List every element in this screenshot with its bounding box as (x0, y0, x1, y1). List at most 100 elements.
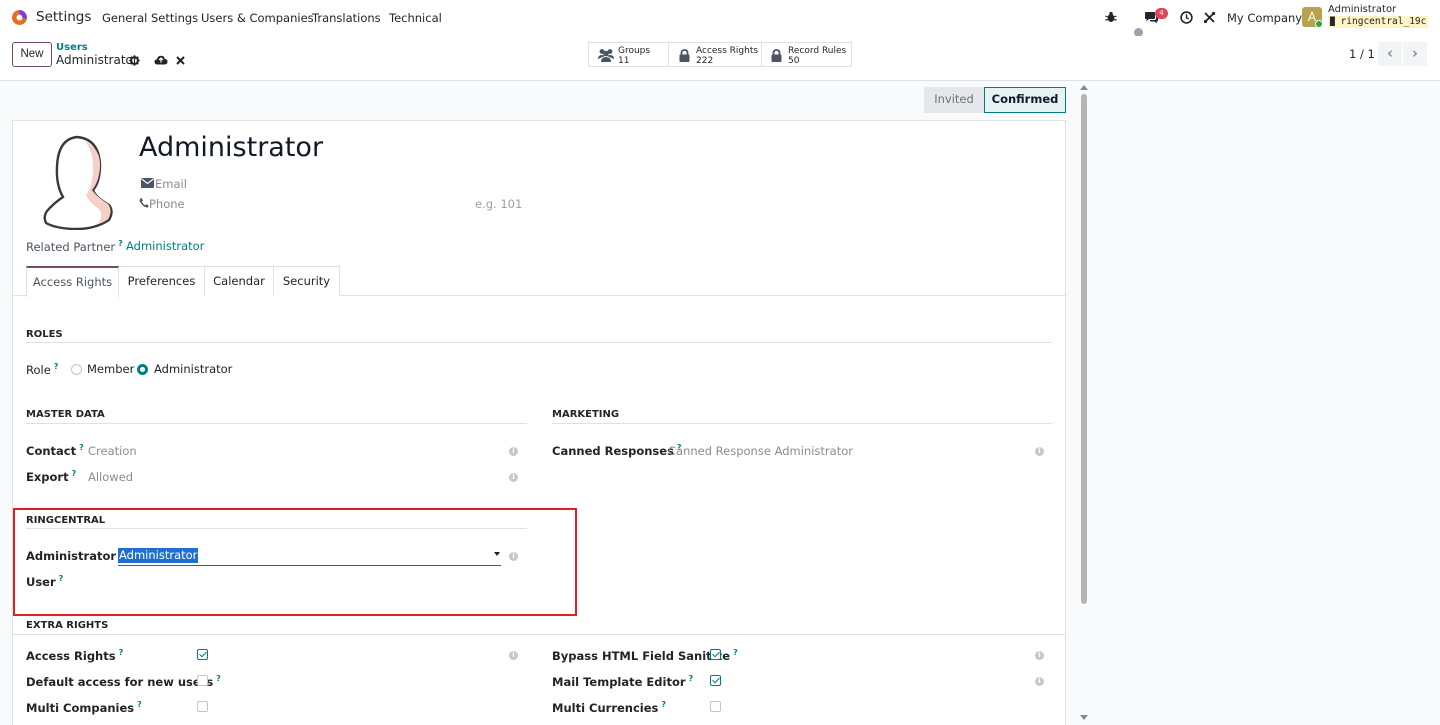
scroll-up-icon[interactable] (1080, 85, 1088, 90)
users-icon (598, 49, 614, 62)
mail-template-editor-checkbox[interactable] (710, 675, 721, 686)
role-label: Role? (26, 362, 59, 377)
menu-users-companies[interactable]: Users & Companies (201, 11, 314, 25)
app-logo-icon[interactable] (11, 9, 28, 26)
extra-rights-divider (13, 634, 1065, 635)
info-icon[interactable]: i (509, 473, 518, 482)
access-rights-checkbox[interactable] (197, 649, 208, 660)
discard-icon[interactable] (176, 56, 185, 65)
bug-icon[interactable] (1105, 11, 1117, 23)
tools-icon[interactable] (1203, 11, 1216, 24)
user-name[interactable]: Administrator (1328, 4, 1396, 15)
stat-button-access-rights[interactable]: Access Rights 222 (668, 42, 762, 67)
new-button[interactable]: New (12, 42, 52, 67)
canned-responses-select[interactable]: Canned Response Administrator (668, 444, 853, 458)
role-administrator-label[interactable]: Administrator (154, 362, 232, 376)
default-access-checkbox[interactable] (197, 675, 208, 686)
database-name: ringcentral_19c (1340, 16, 1427, 27)
roles-divider (26, 342, 1052, 343)
section-ringcentral-title: RINGCENTRAL (26, 515, 106, 526)
export-select[interactable]: Allowed (88, 470, 133, 484)
info-icon[interactable]: i (509, 651, 518, 660)
scroll-down-icon[interactable] (1080, 715, 1088, 720)
info-icon[interactable]: i (1035, 677, 1044, 686)
control-panel: New Users Administrator Groups 11 Access… (0, 36, 1440, 81)
status-invited[interactable]: Invited (924, 87, 984, 113)
ringcentral-select-value: Administrator (118, 548, 199, 563)
default-access-label: Default access for new users? (26, 674, 221, 689)
tab-security[interactable]: Security (273, 266, 340, 296)
breadcrumb-users[interactable]: Users (56, 42, 88, 53)
menu-general-settings[interactable]: General Settings (102, 11, 198, 25)
info-icon[interactable]: i (1035, 651, 1044, 660)
top-navbar: Settings General Settings Users & Compan… (0, 0, 1440, 37)
role-member-label[interactable]: Member (87, 362, 134, 376)
status-confirmed[interactable]: Confirmed (984, 87, 1066, 113)
lock-icon (679, 49, 690, 62)
pager-previous-button[interactable]: ‹ (1378, 42, 1402, 66)
stat-groups-value: 11 (618, 56, 630, 66)
scrollbar-thumb[interactable] (1081, 94, 1087, 604)
clock-icon[interactable] (1180, 11, 1193, 24)
ringcentral-divider (26, 528, 527, 529)
section-marketing-title: MARKETING (552, 409, 620, 420)
messages-badge: 4 (1155, 8, 1168, 19)
lock-icon (771, 49, 782, 62)
info-icon[interactable]: i (509, 447, 518, 456)
database-badge: █ ringcentral_19c (1328, 16, 1429, 28)
stat-access-rights-value: 222 (696, 56, 714, 66)
related-partner-label: Related Partner? (26, 239, 123, 254)
stat-record-rules-label: Record Rules (788, 46, 847, 56)
multi-currencies-label: Multi Currencies? (552, 700, 667, 715)
mail-template-editor-label: Mail Template Editor? (552, 674, 694, 689)
online-status-icon (1315, 20, 1323, 28)
database-icon: █ (1330, 17, 1335, 26)
phone-field[interactable]: Phone (149, 197, 185, 211)
envelope-icon (141, 178, 154, 188)
menu-translations[interactable]: Translations (312, 11, 381, 25)
stat-access-rights-label: Access Rights (696, 46, 759, 56)
gear-icon[interactable] (129, 55, 140, 66)
info-icon[interactable]: i (509, 552, 518, 561)
canned-responses-label: Canned Responses? (552, 443, 682, 458)
tab-preferences[interactable]: Preferences (119, 266, 205, 296)
stat-button-groups[interactable]: Groups 11 (588, 42, 669, 67)
role-member-radio[interactable] (71, 364, 82, 375)
tab-calendar[interactable]: Calendar (204, 266, 274, 296)
master-data-divider (26, 423, 527, 424)
breadcrumb-current: Administrator (56, 53, 138, 67)
role-administrator-radio[interactable] (137, 364, 148, 375)
info-icon[interactable]: i (1035, 447, 1044, 456)
ringcentral-role-select[interactable]: Administrator (118, 547, 501, 566)
user-name-title[interactable]: Administrator (139, 132, 323, 163)
marketing-divider (552, 423, 1052, 424)
stat-record-rules-value: 50 (788, 56, 800, 66)
contact-label: Contact? (26, 443, 84, 458)
export-label: Export? (26, 469, 77, 484)
phone-placeholder[interactable]: e.g. 101 (475, 197, 522, 211)
avatar-placeholder-icon[interactable] (41, 135, 113, 230)
pager-next-button[interactable]: › (1403, 42, 1427, 66)
ringcentral-administrator-label: Administrator? (26, 548, 124, 563)
multi-companies-checkbox[interactable] (197, 701, 208, 712)
section-roles-title: ROLES (26, 329, 63, 340)
related-partner-link[interactable]: Administrator (126, 239, 204, 253)
stat-button-record-rules[interactable]: Record Rules 50 (761, 42, 852, 67)
multi-companies-label: Multi Companies? (26, 700, 142, 715)
menu-technical[interactable]: Technical (389, 11, 442, 25)
caret-down-icon (494, 552, 500, 556)
status-bar: Invited Confirmed (924, 87, 1066, 113)
multi-currencies-checkbox[interactable] (710, 701, 721, 712)
pager-value[interactable]: 1 / 1 (1349, 47, 1375, 61)
email-field[interactable]: Email (155, 177, 187, 191)
section-master-data-title: MASTER DATA (26, 409, 105, 420)
contact-select[interactable]: Creation (88, 444, 137, 458)
stat-groups-label: Groups (618, 46, 651, 56)
access-rights-label: Access Rights? (26, 648, 124, 663)
tab-access-rights[interactable]: Access Rights (26, 266, 119, 297)
cloud-save-icon[interactable] (154, 55, 168, 65)
app-title[interactable]: Settings (36, 9, 91, 25)
bypass-html-checkbox[interactable] (710, 649, 721, 660)
section-extra-rights-title: EXTRA RIGHTS (26, 620, 109, 631)
company-switcher[interactable]: My Company (1227, 11, 1302, 25)
